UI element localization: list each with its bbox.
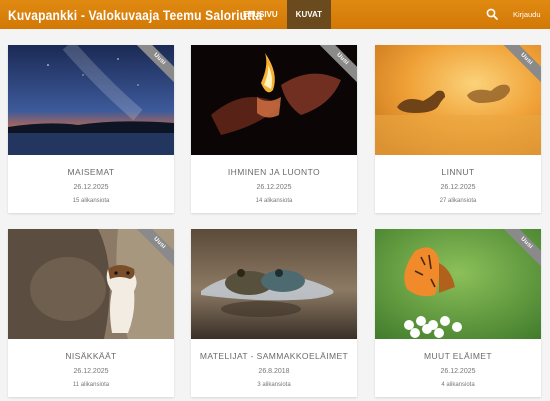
card-date: 26.12.2025	[73, 368, 109, 375]
nav-item-kuvat[interactable]: KUVAT	[286, 0, 332, 29]
card-subfolder-count: 15 alikansiota	[72, 198, 110, 204]
card-subfolder-count: 4 alikansiota	[441, 382, 475, 388]
login-link[interactable]: Kirjaudu	[513, 10, 541, 19]
gallery-card-nisakkaat[interactable]: Uusi NISÄKKÄÄT 26.12.2025 11 alikansiota	[8, 229, 174, 397]
card-date: 26.12.2025	[440, 184, 476, 191]
card-subfolder-count: 14 alikansiota	[255, 198, 293, 204]
card-title: LINNUT	[441, 167, 475, 177]
card-date: 26.12.2025	[440, 368, 476, 375]
card-date: 26.12.2025	[73, 184, 109, 191]
card-thumbnail: Uusi	[191, 45, 357, 155]
card-title: MAISEMAT	[67, 167, 115, 177]
site-title[interactable]: Kuvapankki - Valokuvaaja Teemu Saloriutt…	[8, 7, 262, 23]
card-date: 26.12.2025	[256, 184, 292, 191]
top-navigation-bar: Kuvapankki - Valokuvaaja Teemu Saloriutt…	[0, 0, 550, 29]
gallery-card-maisemat[interactable]: Uusi MAISEMAT 26.12.2025 15 alikansiota	[8, 45, 174, 213]
gallery-card-linnut[interactable]: Uusi LINNUT 26.12.2025 27 alikansiota	[375, 45, 541, 213]
card-thumbnail: Uusi	[375, 229, 541, 339]
card-title: NISÄKKÄÄT	[65, 351, 117, 361]
card-subfolder-count: 11 alikansiota	[72, 382, 110, 388]
card-title: IHMINEN JA LUONTO	[227, 167, 321, 177]
gallery-card-ihminen-ja-luonto[interactable]: Uusi IHMINEN JA LUONTO 26.12.2025 14 ali…	[191, 45, 357, 213]
card-title: MATELIJAT - SAMMAKKOELÄIMET	[199, 351, 349, 361]
card-date: 26.8.2018	[258, 368, 290, 375]
card-subfolder-count: 27 alikansiota	[439, 198, 477, 204]
gallery-card-matelijat-sammakkoelaimet[interactable]: MATELIJAT - SAMMAKKOELÄIMET 26.8.2018 3 …	[191, 229, 357, 397]
card-subfolder-count: 3 alikansiota	[257, 382, 291, 388]
gallery-card-muut-elaimet[interactable]: Uusi MUUT ELÄIMET 26.12.2025 4 alikansio…	[375, 229, 541, 397]
card-thumbnail: Uusi	[8, 229, 174, 339]
card-thumbnail	[191, 229, 357, 339]
search-icon[interactable]	[486, 8, 498, 20]
card-thumbnail: Uusi	[8, 45, 174, 155]
card-title: MUUT ELÄIMET	[424, 351, 492, 361]
card-thumbnail: Uusi	[375, 45, 541, 155]
